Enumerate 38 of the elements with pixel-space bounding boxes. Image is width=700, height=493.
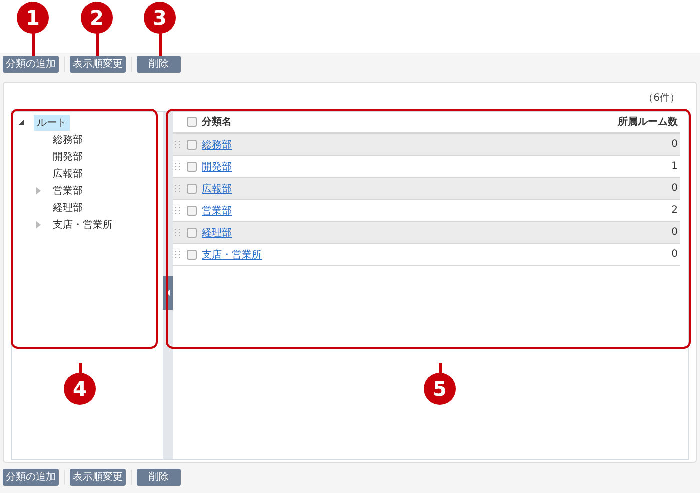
tree-item[interactable]: 経理部 [50, 200, 86, 216]
toolbar-button[interactable]: 削除 [137, 56, 181, 73]
toolbar-button[interactable]: 分類の追加 [3, 469, 59, 486]
tree-item[interactable]: 総務部 [50, 132, 86, 148]
tree-item[interactable]: 広報部 [50, 166, 86, 182]
item-count: （6件） [644, 92, 680, 105]
checkbox[interactable] [187, 140, 197, 150]
toolbar-button[interactable]: 表示順変更 [70, 56, 126, 73]
checkbox[interactable] [187, 162, 197, 172]
tree-item[interactable]: ルート [34, 114, 70, 130]
checkbox[interactable] [187, 117, 197, 127]
toolbar-button[interactable]: 削除 [137, 469, 181, 486]
checkbox[interactable] [187, 250, 197, 260]
category-link[interactable]: 開発部 [202, 160, 672, 174]
tree-item[interactable]: 支店・営業所 [50, 216, 116, 232]
category-link[interactable]: 経理部 [202, 226, 672, 240]
category-link[interactable]: 広報部 [202, 182, 672, 196]
table-cell: 1 [672, 161, 678, 172]
table-cell: 0 [672, 249, 678, 260]
checkbox[interactable] [187, 228, 197, 238]
toolbar-button[interactable]: 分類の追加 [3, 56, 59, 73]
table-cell: 2 [672, 205, 678, 216]
tree-item[interactable]: 営業部 [50, 182, 86, 198]
category-link[interactable]: 支店・営業所 [202, 248, 672, 262]
checkbox[interactable] [187, 184, 197, 194]
category-link[interactable]: 総務部 [202, 138, 672, 152]
table-cell: 0 [672, 227, 678, 238]
leader-line [96, 32, 99, 56]
table-cell: 0 [672, 139, 678, 150]
checkbox[interactable] [187, 206, 197, 216]
column-header[interactable]: 所属ルーム数 [618, 115, 678, 129]
toolbar-button[interactable]: 表示順変更 [70, 469, 126, 486]
column-header[interactable]: 分類名 [202, 115, 618, 129]
leader-line [159, 32, 162, 56]
tree-item[interactable]: 開発部 [50, 148, 86, 164]
leader-line [32, 32, 35, 56]
table-cell: 0 [672, 183, 678, 194]
category-link[interactable]: 営業部 [202, 204, 672, 218]
